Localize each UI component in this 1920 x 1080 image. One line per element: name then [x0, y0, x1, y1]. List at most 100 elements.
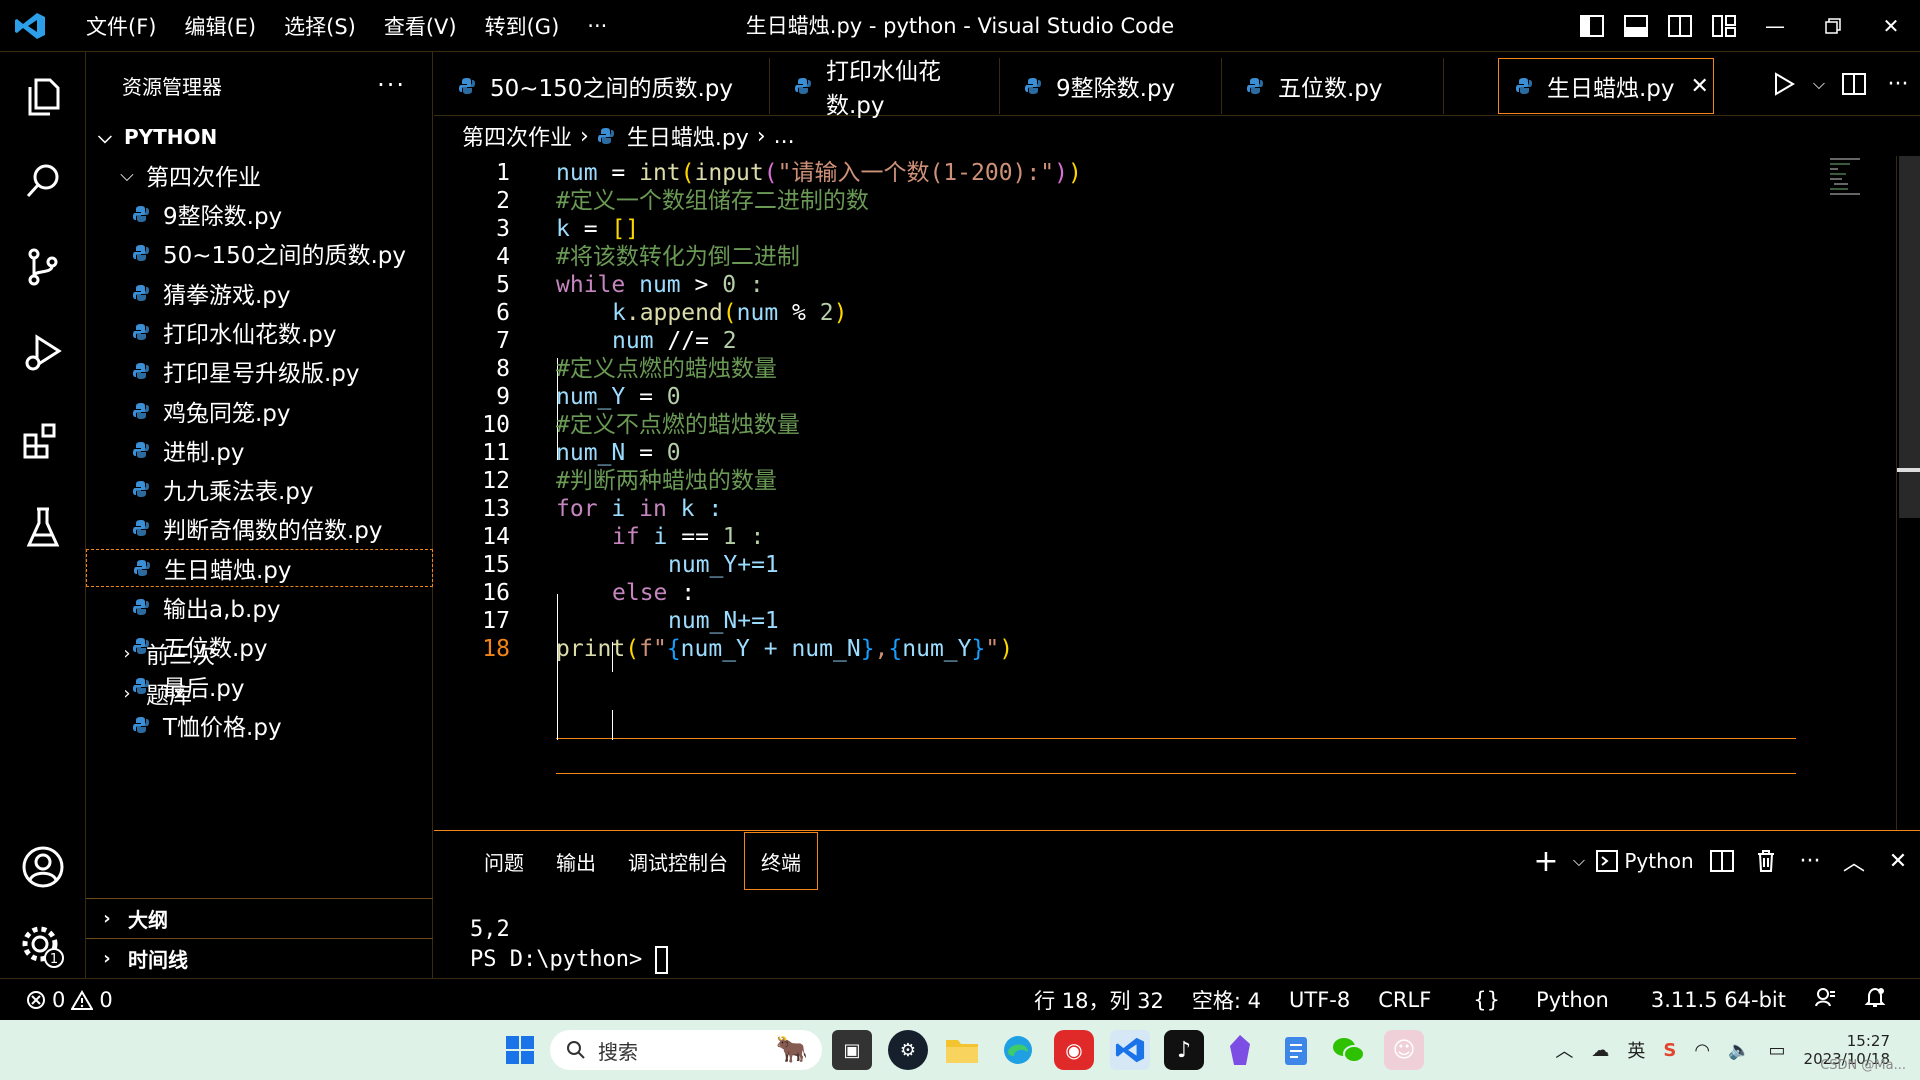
- restore-button[interactable]: [1804, 0, 1862, 52]
- extensions-activity[interactable]: [0, 406, 86, 476]
- breadcrumb-file[interactable]: 生日蜡烛.py: [627, 120, 749, 152]
- source-control-activity[interactable]: [0, 232, 86, 302]
- workspace-root[interactable]: ⌵ PYTHON: [86, 118, 433, 156]
- editor-scrollbar[interactable]: [1896, 156, 1920, 830]
- netease-music-app[interactable]: ◉: [1054, 1030, 1094, 1070]
- wechat-app[interactable]: [1328, 1030, 1368, 1070]
- tab-output[interactable]: 输出: [540, 831, 612, 891]
- tab-divisible[interactable]: 9整除数.py: [1000, 58, 1222, 114]
- tab-birthday-candle[interactable]: 生日蜡烛.py ✕: [1498, 58, 1714, 114]
- encoding[interactable]: UTF-8: [1275, 988, 1364, 1012]
- cloud-icon[interactable]: ☁: [1591, 1040, 1609, 1061]
- tiktok-app[interactable]: ♪: [1164, 1030, 1204, 1070]
- menu-go[interactable]: 转到(G): [471, 11, 574, 41]
- edge-app[interactable]: [998, 1030, 1038, 1070]
- run-debug-activity[interactable]: [0, 318, 86, 388]
- file-item[interactable]: 进制.py: [86, 431, 433, 469]
- close-window-button[interactable]: ✕: [1862, 0, 1920, 52]
- toggle-secondary-sidebar-button[interactable]: [1658, 0, 1702, 52]
- tab-problems[interactable]: 问题: [468, 831, 540, 891]
- file-item[interactable]: 打印星号升级版.py: [86, 352, 433, 390]
- menu-view[interactable]: 查看(V): [370, 11, 471, 41]
- close-panel-button[interactable]: ✕: [1876, 835, 1920, 887]
- input-method-icon[interactable]: 英: [1627, 1037, 1645, 1063]
- file-item[interactable]: 猜拳游戏.py: [86, 274, 433, 312]
- split-terminal-button[interactable]: [1700, 835, 1744, 887]
- problems-status[interactable]: 0 0: [26, 988, 113, 1012]
- app-avatar[interactable]: ☺: [1384, 1030, 1424, 1070]
- timeline-section[interactable]: › 时间线: [86, 938, 433, 978]
- toggle-primary-sidebar-button[interactable]: [1570, 0, 1614, 52]
- editor-more-actions-button[interactable]: ···: [1876, 58, 1920, 110]
- sogou-icon[interactable]: S: [1663, 1040, 1676, 1061]
- file-item[interactable]: 判断奇偶数的倍数.py: [86, 509, 433, 547]
- manage-activity[interactable]: 1: [0, 912, 86, 982]
- terminal-instance[interactable]: Python: [1590, 835, 1700, 887]
- notepad-app[interactable]: [1276, 1030, 1316, 1070]
- terminal-output[interactable]: 5,2 PS D:\python>: [470, 915, 669, 975]
- menu-edit[interactable]: 编辑(E): [170, 11, 270, 41]
- minimize-button[interactable]: —: [1746, 0, 1804, 52]
- terminal-launch-profile-dropdown[interactable]: ⌵: [1568, 835, 1590, 887]
- indentation[interactable]: 空格: 4: [1178, 985, 1275, 1015]
- new-terminal-button[interactable]: +: [1524, 835, 1568, 887]
- task-view-button[interactable]: ▣: [832, 1030, 872, 1070]
- accounts-activity[interactable]: [0, 832, 86, 902]
- tab-terminal[interactable]: 终端: [744, 832, 818, 890]
- tab-debug-console[interactable]: 调试控制台: [612, 831, 744, 891]
- vscode-app[interactable]: [1110, 1030, 1150, 1070]
- panel-more-actions-button[interactable]: ···: [1788, 835, 1832, 887]
- volume-icon[interactable]: 🔈: [1728, 1040, 1750, 1061]
- file-item[interactable]: 9整除数.py: [86, 195, 433, 233]
- run-python-button[interactable]: [1762, 58, 1806, 110]
- search-activity[interactable]: [0, 146, 86, 216]
- file-item[interactable]: 打印水仙花数.py: [86, 313, 433, 351]
- menu-selection[interactable]: 选择(S): [270, 11, 370, 41]
- feedback-button[interactable]: [1800, 986, 1850, 1013]
- customize-layout-button[interactable]: [1702, 0, 1746, 52]
- tab-close-icon[interactable]: ✕: [1691, 74, 1709, 99]
- battery-icon[interactable]: ▭: [1769, 1040, 1786, 1061]
- tab-narcissistic[interactable]: 打印水仙花数.py: [770, 58, 1000, 119]
- file-item[interactable]: 九九乘法表.py: [86, 470, 433, 508]
- testing-activity[interactable]: [0, 492, 86, 562]
- file-item[interactable]: 输出a,b.py: [86, 588, 433, 626]
- file-item[interactable]: 50~150之间的质数.py: [86, 234, 433, 272]
- explorer-activity[interactable]: [0, 62, 86, 132]
- file-item[interactable]: 鸡兔同笼.py: [86, 392, 433, 430]
- wechat-icon: [1333, 1038, 1365, 1063]
- folder-first-three[interactable]: › 前三次: [86, 634, 433, 672]
- notifications-button[interactable]: [1850, 986, 1900, 1013]
- file-explorer-app[interactable]: [942, 1030, 982, 1070]
- code-editor[interactable]: 1 num = int(input("请输入一个数(1-200):")) 2 #定义…: [434, 154, 1920, 830]
- end-of-line[interactable]: CRLF: [1364, 988, 1445, 1012]
- folder-question-bank[interactable]: › 题库: [86, 674, 433, 712]
- file-item[interactable]: 生日蜡烛.py: [86, 548, 433, 587]
- language-mode[interactable]: {} Python: [1445, 988, 1637, 1012]
- steam-app[interactable]: ⚙: [888, 1030, 928, 1070]
- start-button[interactable]: [500, 1030, 540, 1070]
- minimap[interactable]: [1830, 156, 1870, 196]
- scrollbar-thumb[interactable]: [1899, 156, 1920, 518]
- outline-section[interactable]: › 大纲: [86, 898, 433, 938]
- maximize-panel-button[interactable]: ︿: [1832, 835, 1876, 887]
- tab-five-digit[interactable]: 五位数.py: [1222, 58, 1444, 114]
- run-options-dropdown[interactable]: ⌵: [1806, 58, 1832, 110]
- toggle-panel-button[interactable]: [1614, 0, 1658, 52]
- wifi-icon[interactable]: ◠: [1694, 1040, 1710, 1061]
- python-interpreter[interactable]: 3.11.5 64-bit: [1637, 988, 1800, 1012]
- menu-file[interactable]: 文件(F): [72, 11, 170, 41]
- kill-terminal-button[interactable]: [1744, 835, 1788, 887]
- obsidian-app[interactable]: [1220, 1030, 1260, 1070]
- python-file-icon: [133, 520, 149, 537]
- breadcrumb-more[interactable]: ...: [774, 124, 795, 149]
- breadcrumb-folder[interactable]: 第四次作业: [462, 120, 572, 152]
- folder-fourth-homework[interactable]: ⌵ 第四次作业: [86, 156, 433, 194]
- menu-more[interactable]: ···: [573, 14, 621, 38]
- taskbar-search[interactable]: 搜索 🐂: [550, 1030, 822, 1070]
- split-editor-button[interactable]: [1832, 58, 1876, 110]
- cursor-position[interactable]: 行 18，列 32: [1020, 985, 1178, 1015]
- explorer-more-button[interactable]: ···: [377, 71, 432, 99]
- chevron-up-icon[interactable]: ︿: [1555, 1037, 1573, 1063]
- tab-primes[interactable]: 50~150之间的质数.py: [434, 58, 770, 114]
